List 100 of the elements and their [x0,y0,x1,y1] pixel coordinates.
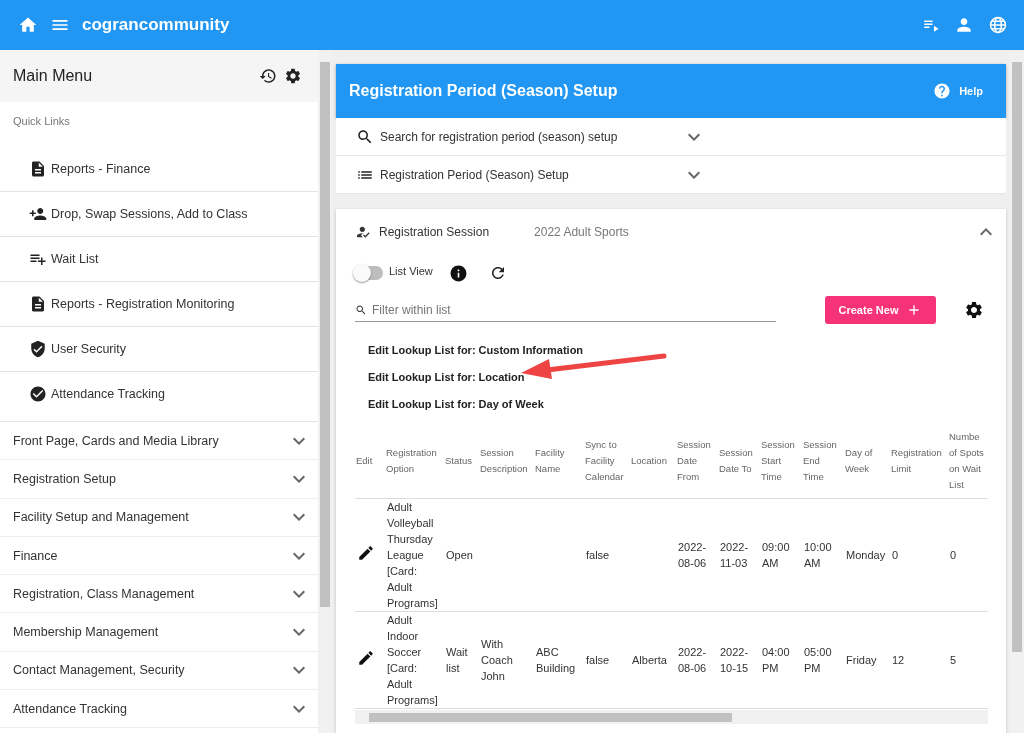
expand-icon [293,704,305,713]
document-icon [29,160,47,178]
quick-link[interactable]: Drop, Swap Sessions, Add to Class [0,192,318,237]
table-cell: ABC Building [536,646,576,674]
menu-section[interactable]: Facility Setup and Management [0,498,318,537]
table-cell: 09:00 AM [762,541,790,569]
table-cell: 5 [950,654,957,666]
expand-icon [293,436,305,445]
accordion-header[interactable]: Search for registration period (season) setup [336,118,1006,156]
edit-button[interactable] [357,544,375,562]
table-cell: Open [446,549,473,561]
session-name: 2022 Adult Sports [534,225,630,239]
column-header: Session End Time [802,424,844,499]
table-cell: 05:00 PM [804,646,832,674]
person-add-icon [29,205,47,223]
section-label: Quick Links [12,114,71,129]
column-header: Location [630,424,676,499]
expand-icon [293,513,305,522]
settings-icon [964,300,984,320]
expand-icon [293,551,305,560]
list-view-switch[interactable] [355,266,383,280]
quick-link[interactable]: Reports - Finance [0,147,318,192]
table-cell: With Coach John [481,638,513,682]
edit-button[interactable] [357,649,375,667]
column-header: Registration Limit [890,424,948,499]
column-header: Session Start Time [760,424,802,499]
column-header: Status [444,424,479,499]
search-icon [355,303,367,316]
history-icon [259,67,277,85]
expand-icon [293,589,305,598]
table-cell: 12 [892,654,905,666]
expand-icon [293,628,305,637]
column-header: Day of Week [844,424,890,499]
table-cell: Wait list [446,646,468,674]
app-title: cograncommunity [82,15,230,35]
scrollbar-thumb[interactable] [320,62,330,607]
table-cell: Adult Indoor Soccer [Card: Adult Programs] [387,614,438,706]
menu-section[interactable]: Attendance Tracking [0,690,318,729]
column-header: Sync to Facility Calendar [584,424,630,499]
horizontal-scrollbar[interactable] [355,710,988,724]
menu-section[interactable]: Membership Management [0,613,318,652]
column-header: Numbe of Spots on Wait List [948,424,988,499]
pencil-icon [357,544,375,562]
menu-title: Main Menu [13,67,94,85]
menu-section[interactable]: Registration, Class Management [0,575,318,614]
expand-icon [687,132,700,141]
table-cell: false [586,654,610,666]
expand-icon [293,474,305,483]
table-cell: 0 [892,549,899,561]
scrollbar-thumb[interactable] [1012,62,1022,652]
collapse-icon[interactable] [980,228,992,236]
quick-link[interactable]: Attendance Tracking [0,372,318,416]
table-cell: Monday [846,549,886,561]
menu-section[interactable]: Front Page, Cards and Media Library [0,422,318,461]
scrollbar[interactable] [318,50,332,733]
settings-icon [284,67,302,85]
table-cell: 2022-10-15 [720,646,749,674]
table-cell: 2022-11-03 [720,541,749,569]
history-button[interactable] [259,67,277,85]
settings-button[interactable] [964,300,984,320]
column-header: Facility Name [534,424,584,499]
search-icon [356,127,374,146]
column-header: Session Date From [676,424,718,499]
info-button[interactable] [448,263,468,283]
table-cell: 2022-08-06 [678,541,707,569]
accordion-header[interactable]: Registration Period (Season) Setup [336,156,1006,194]
shield-check-icon [29,340,47,358]
filter-field[interactable]: Filter within list [372,299,776,320]
page-title: Registration Period (Season) Setup [349,82,619,100]
home-button[interactable] [18,15,38,35]
settings-button[interactable] [284,67,302,85]
column-header: Registration Option [385,424,444,499]
table-cell: false [586,549,610,561]
table-cell: Adult Volleyball Thursday League [Card: Adult Programs] [387,501,438,609]
help-icon [933,82,952,100]
table-cell: 04:00 PM [762,646,790,674]
section-title: Registration Session [379,225,490,239]
table-cell: 10:00 AM [804,541,832,569]
table-cell: 2022-08-06 [678,646,707,674]
document-icon [29,295,47,313]
lookup-link[interactable]: Edit Lookup List for: Location [368,371,525,383]
expand-icon [687,170,700,179]
globe-icon[interactable] [988,15,1008,35]
create-new-button[interactable]: Create New [825,296,936,324]
column-header: Edit [355,424,385,499]
lookup-link[interactable]: Edit Lookup List for: Day of Week [368,398,544,410]
pencil-icon [357,649,375,667]
column-header: Session Description [479,424,534,499]
quick-link[interactable]: User Security [0,327,318,372]
scrollbar-thumb[interactable] [369,713,732,722]
menu-section[interactable]: Registration Setup [0,460,318,499]
switch-label: List View [389,265,433,277]
quick-link[interactable]: Reports - Registration Monitoring [0,282,318,327]
lookup-link[interactable]: Edit Lookup List for: Custom Information [368,344,584,356]
person-check-icon [355,224,371,240]
expand-icon [293,666,305,675]
info-icon [448,263,468,283]
table-cell: Alberta [632,654,667,666]
home-icon [18,15,38,35]
table-cell: 0 [950,549,957,561]
